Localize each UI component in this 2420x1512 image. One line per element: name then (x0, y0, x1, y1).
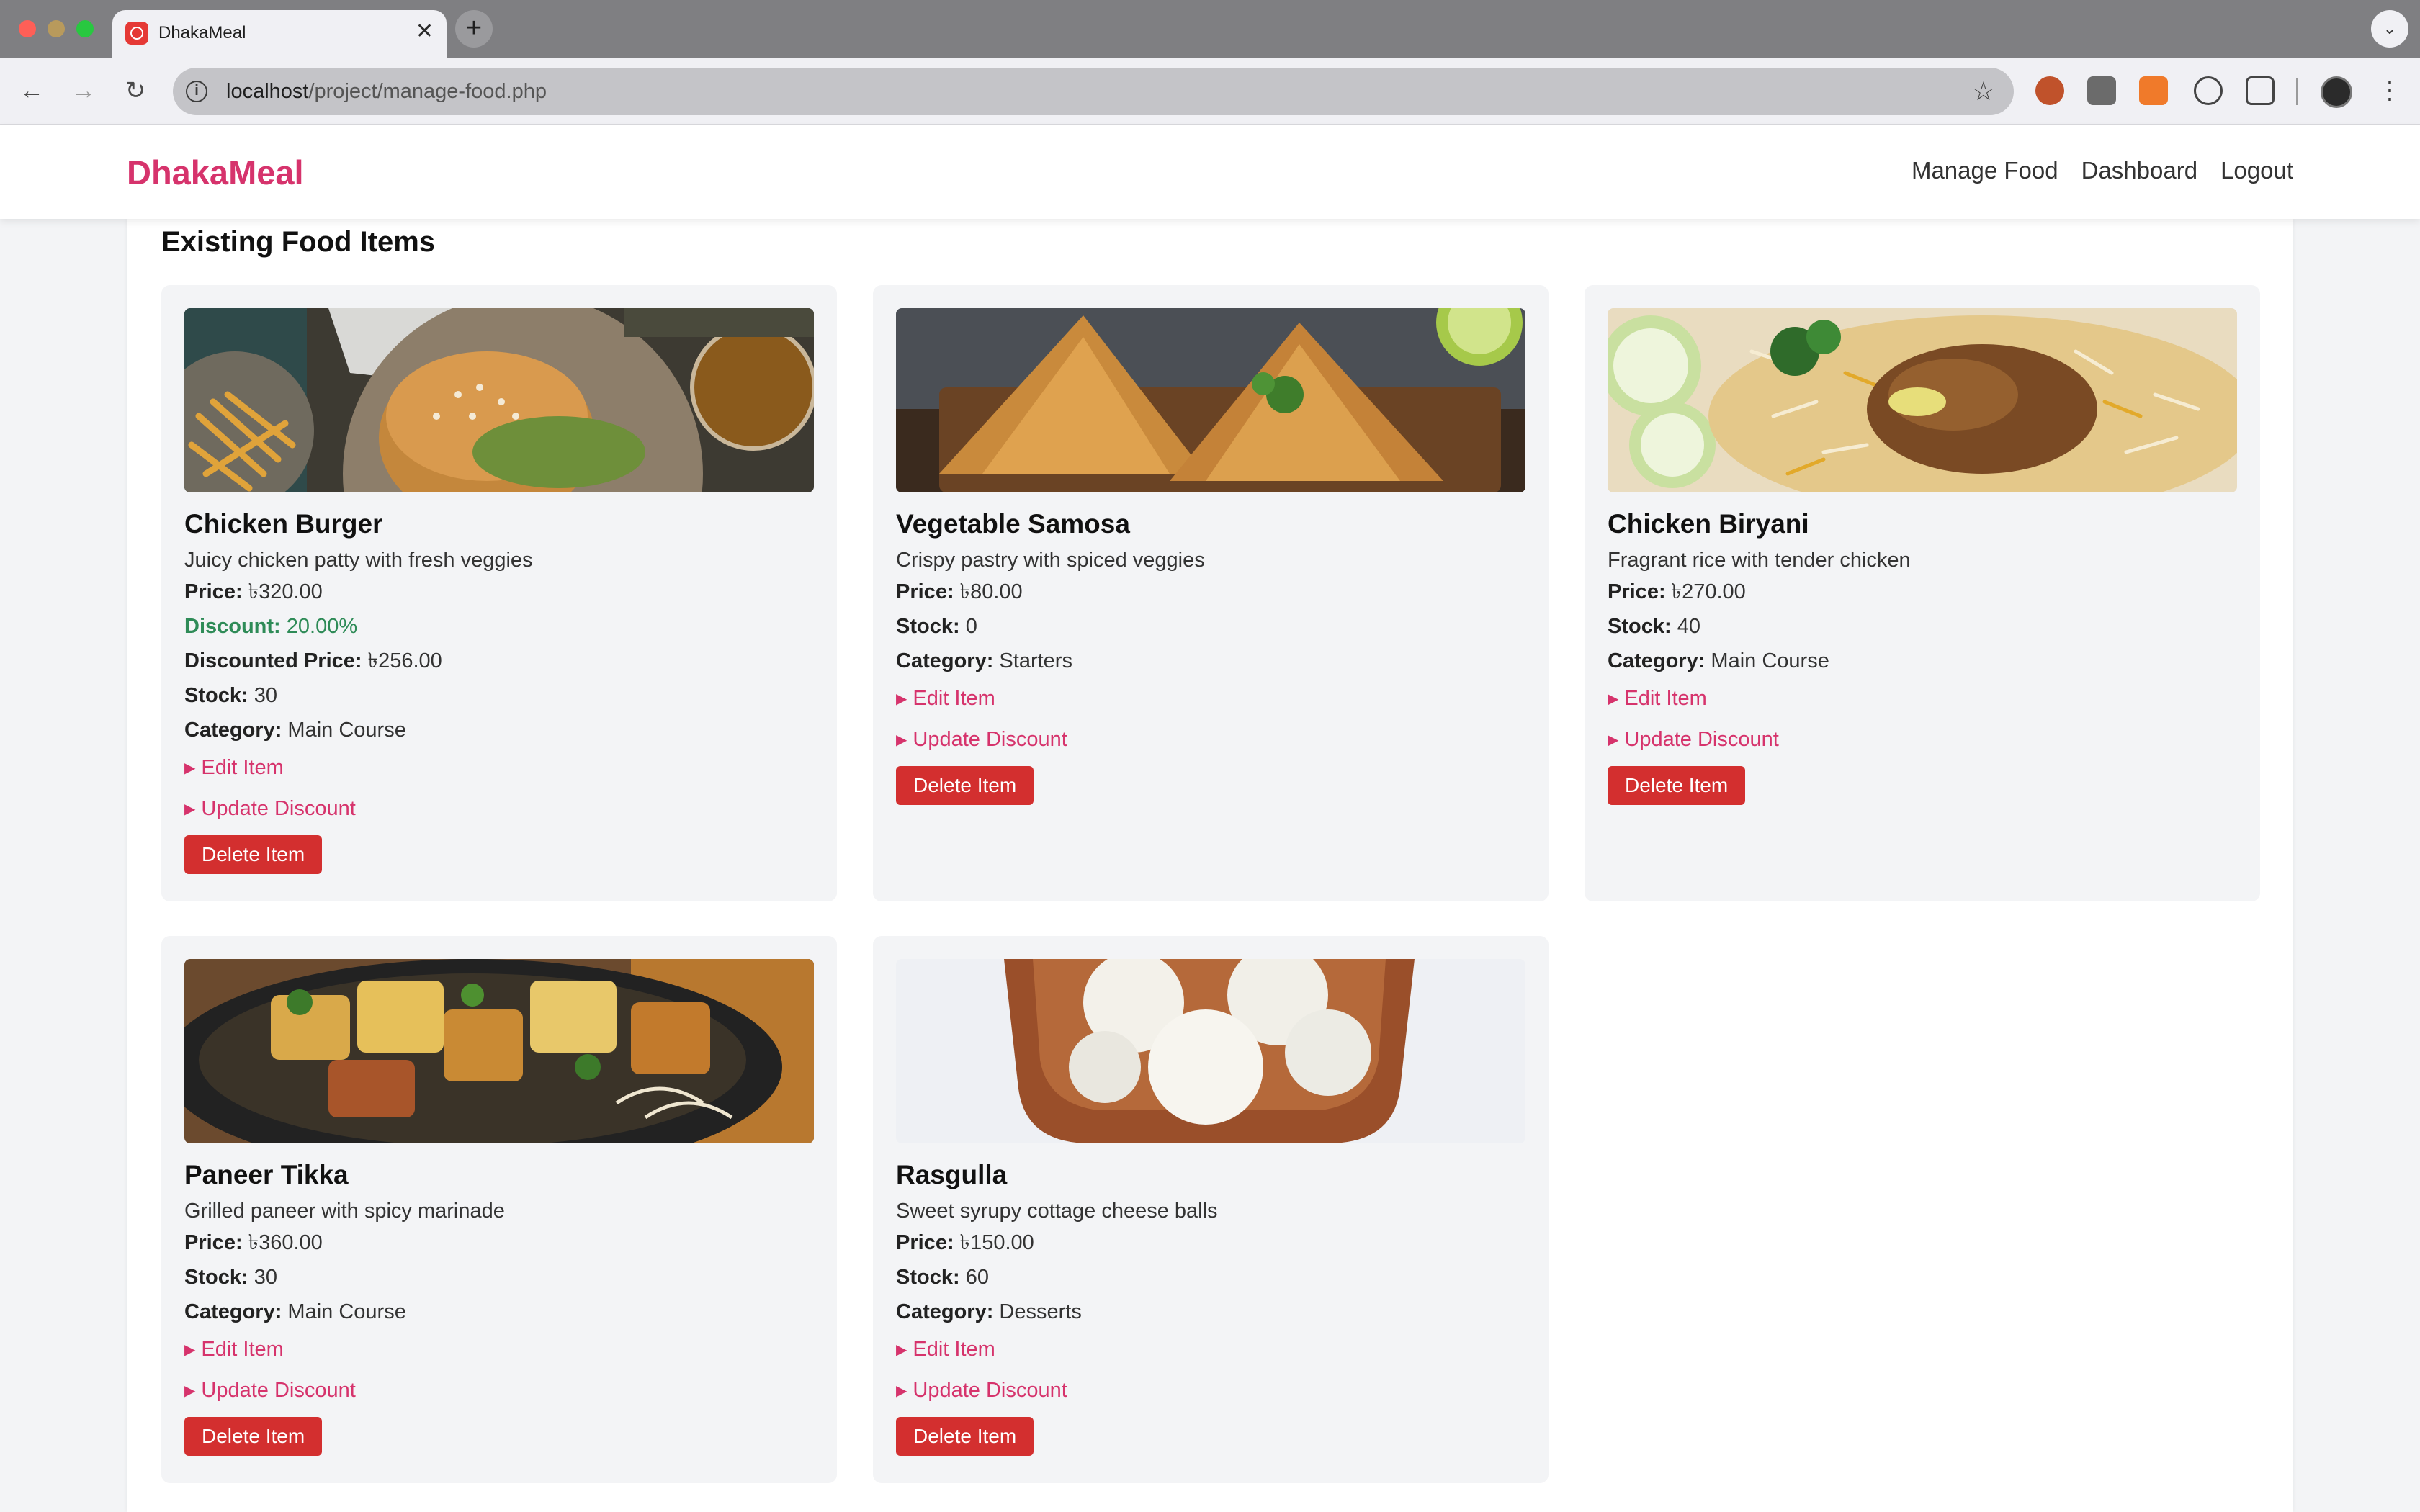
food-category: Category: Main Course (184, 719, 406, 742)
site-info-icon[interactable]: i (186, 81, 207, 102)
extensions-puzzle-icon[interactable] (2246, 76, 2275, 105)
reload-icon[interactable]: ↻ (117, 72, 154, 109)
delete-item-button[interactable]: Delete Item (896, 766, 1034, 805)
food-name: Vegetable Samosa (896, 509, 1130, 539)
delete-item-button[interactable]: Delete Item (896, 1417, 1034, 1456)
food-description: Sweet syrupy cottage cheese balls (896, 1200, 1218, 1223)
nav-logout[interactable]: Logout (2220, 157, 2293, 184)
nav-dashboard[interactable]: Dashboard (2081, 157, 2197, 184)
bookmark-star-icon[interactable]: ☆ (1972, 76, 1995, 107)
browser-tab[interactable]: DhakaMeal ✕ (112, 10, 447, 58)
food-category: Category: Main Course (184, 1300, 406, 1323)
food-description: Crispy pastry with spiced veggies (896, 549, 1205, 572)
browser-toolbar: ← → ↻ i localhost/project/manage-food.ph… (0, 58, 2420, 125)
tab-title: DhakaMeal (158, 23, 246, 42)
edit-item-toggle[interactable]: ▶ Edit Item (896, 678, 1525, 719)
incognito-extension-icon[interactable] (2087, 76, 2116, 105)
food-name: Rasgulla (896, 1160, 1008, 1189)
ai-extension-icon[interactable] (2194, 76, 2223, 105)
burger-photo (184, 308, 814, 492)
maximize-window-button[interactable] (76, 20, 94, 37)
triangle-right-icon: ▶ (184, 1342, 196, 1358)
browser-menu-icon[interactable]: ⋮ (2377, 72, 2403, 109)
nav-manage-food[interactable]: Manage Food (1912, 157, 2058, 184)
triangle-right-icon: ▶ (896, 1383, 908, 1399)
triangle-right-icon: ▶ (1608, 732, 1619, 748)
forward-arrow-icon[interactable]: → (65, 72, 102, 109)
triangle-right-icon: ▶ (1608, 691, 1619, 707)
food-discounted-price: Discounted Price: ৳256.00 (184, 649, 442, 672)
section-title: Existing Food Items (161, 226, 436, 258)
update-discount-toggle[interactable]: ▶ Update Discount (184, 1370, 814, 1411)
triangle-right-icon: ▶ (896, 732, 908, 748)
triangle-right-icon: ▶ (896, 1342, 908, 1358)
food-category: Category: Main Course (1608, 649, 1829, 672)
browser-tab-bar: DhakaMeal ✕ + ⌄ (0, 0, 2420, 58)
food-price: Price: ৳320.00 (184, 580, 323, 603)
update-discount-toggle[interactable]: ▶ Update Discount (184, 788, 814, 829)
tab-search-chevron-icon[interactable]: ⌄ (2371, 10, 2408, 48)
food-name: Paneer Tikka (184, 1160, 349, 1189)
food-card: Paneer Tikka Grilled paneer with spicy m… (161, 936, 837, 1483)
food-stock: Stock: 60 (896, 1266, 989, 1289)
food-discount: Discount: 20.00% (184, 615, 358, 638)
food-price: Price: ৳150.00 (896, 1231, 1034, 1254)
main-content: Existing Food Items Chicken Burger Juicy… (127, 219, 2293, 1512)
update-discount-toggle[interactable]: ▶ Update Discount (896, 719, 1525, 760)
update-discount-toggle[interactable]: ▶ Update Discount (1608, 719, 2237, 760)
profile-avatar[interactable] (2321, 76, 2352, 108)
url-text[interactable]: localhost/project/manage-food.php (226, 80, 547, 104)
food-card: Vegetable Samosa Crispy pastry with spic… (873, 285, 1549, 901)
edit-item-toggle[interactable]: ▶ Edit Item (896, 1329, 1525, 1370)
food-card: Rasgulla Sweet syrupy cottage cheese bal… (873, 936, 1549, 1483)
food-stock: Stock: 30 (184, 684, 277, 707)
food-price: Price: ৳80.00 (896, 580, 1023, 603)
triangle-right-icon: ▶ (184, 760, 196, 776)
notes-extension-icon[interactable] (2139, 76, 2168, 105)
tab-close-icon[interactable]: ✕ (416, 20, 434, 43)
food-card: Chicken Burger Juicy chicken patty with … (161, 285, 837, 901)
delete-item-button[interactable]: Delete Item (184, 835, 323, 874)
new-tab-button[interactable]: + (455, 10, 493, 48)
triangle-right-icon: ▶ (184, 801, 196, 817)
food-price: Price: ৳270.00 (1608, 580, 1746, 603)
food-stock: Stock: 40 (1608, 615, 1700, 638)
food-card: Chicken Biryani Fragrant rice with tende… (1585, 285, 2260, 901)
food-price: Price: ৳360.00 (184, 1231, 323, 1254)
food-description: Juicy chicken patty with fresh veggies (184, 549, 533, 572)
food-category: Category: Starters (896, 649, 1072, 672)
edit-item-toggle[interactable]: ▶ Edit Item (1608, 678, 2237, 719)
toolbar-divider (2296, 78, 2298, 105)
update-discount-toggle[interactable]: ▶ Update Discount (896, 1370, 1525, 1411)
edit-item-toggle[interactable]: ▶ Edit Item (184, 747, 814, 788)
close-window-button[interactable] (19, 20, 36, 37)
food-description: Grilled paneer with spicy marinade (184, 1200, 505, 1223)
food-category: Category: Desserts (896, 1300, 1082, 1323)
food-name: Chicken Burger (184, 509, 383, 539)
biryani-photo (1608, 308, 2237, 492)
delete-item-button[interactable]: Delete Item (1608, 766, 1746, 805)
delete-item-button[interactable]: Delete Item (184, 1417, 323, 1456)
minimize-window-button[interactable] (48, 20, 65, 37)
paneer-tikka-photo (184, 959, 814, 1143)
samosa-photo (896, 308, 1525, 492)
cookie-extension-icon[interactable] (2035, 76, 2064, 105)
rasgulla-photo (896, 959, 1525, 1143)
back-arrow-icon[interactable]: ← (13, 72, 50, 109)
food-stock: Stock: 30 (184, 1266, 277, 1289)
food-description: Fragrant rice with tender chicken (1608, 549, 1911, 572)
site-navbar: DhakaMeal Manage Food Dashboard Logout (0, 125, 2420, 219)
food-stock: Stock: 0 (896, 615, 977, 638)
site-favicon-icon (125, 22, 148, 45)
brand-logo[interactable]: DhakaMeal (127, 153, 304, 192)
food-name: Chicken Biryani (1608, 509, 1809, 539)
address-bar[interactable]: i localhost/project/manage-food.php ☆ (173, 68, 2014, 115)
edit-item-toggle[interactable]: ▶ Edit Item (184, 1329, 814, 1370)
triangle-right-icon: ▶ (184, 1383, 196, 1399)
nav-links: Manage Food Dashboard Logout (1912, 157, 2293, 184)
triangle-right-icon: ▶ (896, 691, 908, 707)
food-grid: Chicken Burger Juicy chicken patty with … (161, 285, 2260, 1483)
